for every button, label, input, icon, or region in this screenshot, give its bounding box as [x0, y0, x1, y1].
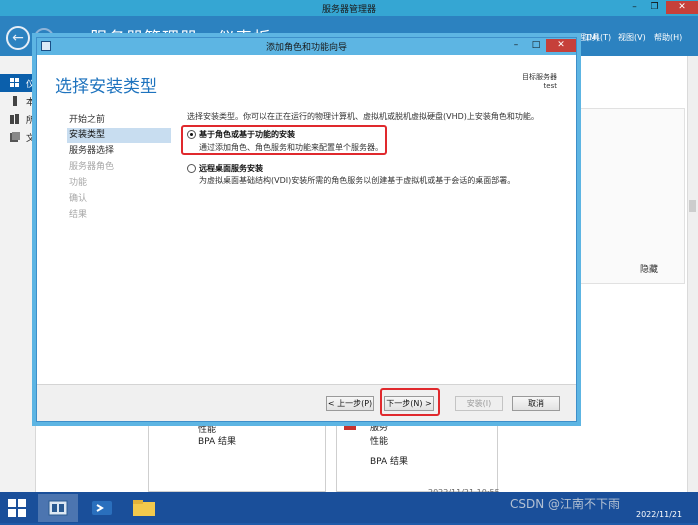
add-roles-wizard-dialog: 添加角色和功能向导 – □ ✕ 选择安装类型 目标服务器 test 开始之前 安… [36, 37, 577, 422]
option-role-based-desc: 通过添加角色、角色服务和功能来配置单个服务器。 [199, 143, 383, 152]
page-title: 选择安装类型 [55, 77, 157, 97]
powershell-icon [92, 501, 112, 515]
menu-tools[interactable]: 工具(T) [584, 32, 611, 43]
servers-icon [10, 114, 20, 124]
minimize-icon[interactable]: – [507, 39, 525, 52]
page-description: 选择安装类型。你可以在正在运行的物理计算机、虚拟机或脱机虚拟硬盘(VHD)上安装… [187, 112, 539, 121]
nav-item-label: 仪 [26, 80, 36, 90]
close-icon[interactable]: ✕ [666, 1, 698, 14]
next-button[interactable]: 下一步(N) > [384, 396, 434, 411]
dashboard-icon [10, 78, 20, 88]
scrollbar[interactable] [687, 56, 698, 492]
taskbar-powershell[interactable] [82, 494, 122, 522]
nav-item-file-services[interactable]: 文 [0, 128, 36, 146]
maximize-icon[interactable]: □ [527, 39, 545, 52]
step-before-you-begin[interactable]: 开始之前 [67, 113, 171, 128]
taskbar-file-explorer[interactable] [124, 494, 164, 522]
radio-role-based[interactable] [187, 130, 196, 139]
nav-item-all-servers[interactable]: 所 [0, 110, 36, 128]
radio-selected-dot [190, 133, 193, 136]
dialog-title: 添加角色和功能向导 [265, 43, 347, 53]
tile-bpa[interactable]: BPA 结果 [198, 434, 236, 447]
option-remote-desktop-title[interactable]: 远程桌面服务安装 [199, 163, 263, 174]
destination-server-label: 目标服务器 [522, 73, 557, 81]
destination-server-value: test [543, 82, 557, 90]
step-results: 结果 [69, 210, 88, 220]
window-title: 服务器管理器 [321, 5, 376, 15]
watermark: CSDN @江南不下雨 [510, 497, 621, 511]
nav-item-label: 所 [26, 116, 36, 126]
nav-item-label: 本 [26, 98, 36, 108]
back-arrow-icon[interactable]: ← [6, 26, 30, 50]
dialog-body [37, 55, 576, 421]
welcome-tile [577, 108, 685, 284]
server-icon [10, 96, 20, 106]
tile-left [148, 420, 326, 492]
scrollbar-thumb[interactable] [689, 200, 696, 212]
cancel-button[interactable]: 取消 [512, 396, 560, 411]
dialog-titlebar: 添加角色和功能向导 – □ ✕ [37, 38, 576, 55]
windows-logo-icon [8, 509, 16, 517]
nav-item-dashboard[interactable]: 仪 [0, 74, 36, 92]
menu-help[interactable]: 帮助(H) [654, 32, 682, 43]
taskbar-server-manager[interactable] [38, 494, 78, 522]
install-button: 安装(I) [455, 396, 503, 411]
step-installation-type[interactable]: 安装类型 [67, 128, 171, 143]
windows-logo-icon [18, 499, 26, 507]
hide-link[interactable]: 隐藏 [640, 262, 658, 275]
tile-bpa[interactable]: BPA 结果 [370, 454, 408, 467]
server-manager-titlebar: 服务器管理器 – ❐ ✕ [0, 0, 698, 16]
step-server-roles: 服务器角色 [69, 162, 115, 172]
option-remote-desktop-desc: 为虚拟桌面基础结构(VDI)安装所需的角色服务以创建基于虚拟机或基于会话的桌面部… [199, 176, 516, 185]
minimize-icon[interactable]: – [626, 1, 643, 14]
radio-remote-desktop[interactable] [187, 164, 196, 173]
close-icon[interactable]: ✕ [546, 39, 576, 52]
tile-performance[interactable]: 性能 [370, 434, 388, 447]
file-explorer-icon [133, 500, 155, 516]
menu-view[interactable]: 视图(V) [618, 32, 646, 43]
step-server-selection[interactable]: 服务器选择 [67, 144, 171, 159]
nav-item-label: 文 [26, 134, 36, 144]
step-features: 功能 [69, 178, 88, 188]
tile-right [336, 420, 498, 492]
step-confirmation: 确认 [69, 194, 88, 204]
server-manager-icon [48, 500, 68, 516]
maximize-icon[interactable]: ❐ [646, 1, 663, 14]
start-button[interactable] [8, 499, 26, 517]
option-role-based-title[interactable]: 基于角色或基于功能的安装 [199, 129, 295, 140]
windows-logo-icon [8, 499, 16, 507]
file-icon [10, 132, 20, 142]
windows-logo-icon [18, 509, 26, 517]
nav-item-local-server[interactable]: 本 [0, 92, 36, 110]
taskbar-date[interactable]: 2022/11/21 [636, 510, 682, 519]
previous-button[interactable]: < 上一步(P) [326, 396, 374, 411]
